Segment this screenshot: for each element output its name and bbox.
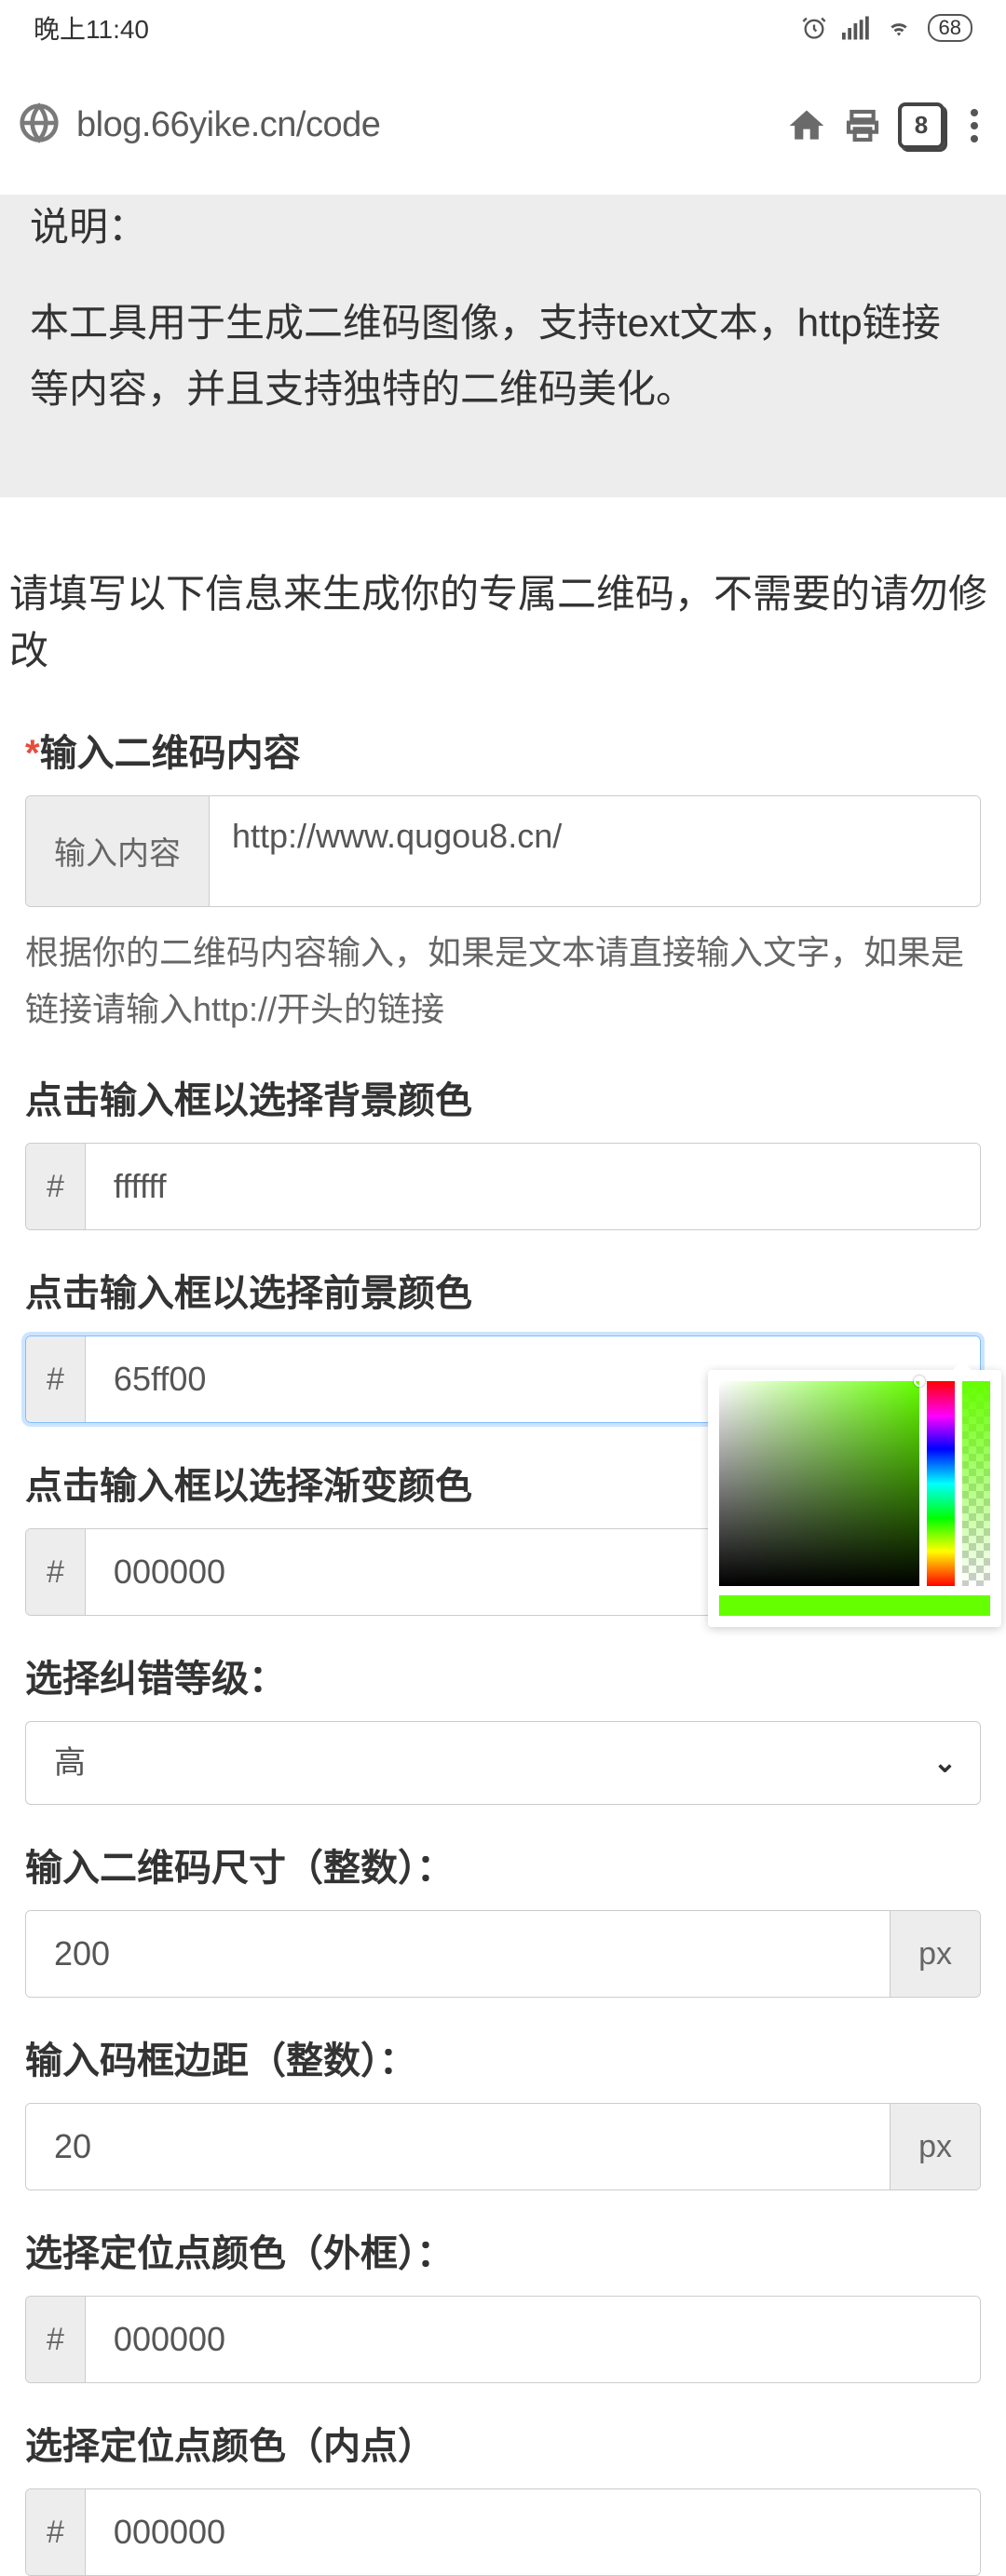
size-group: 输入二维码尺寸（整数）： px: [5, 1837, 1001, 1998]
hash-prefix: #: [26, 2297, 86, 2382]
browser-toolbar: blog.66yike.cn/code 8: [0, 56, 1006, 196]
saturation-picker[interactable]: [719, 1381, 919, 1586]
hash-prefix: #: [26, 2489, 86, 2575]
pt-inner-group: 选择定位点颜色（内点） #: [5, 2416, 1001, 2576]
form-instruction: 请填写以下信息来生成你的专属二维码，不需要的请勿修改: [5, 563, 1001, 676]
share-icon[interactable]: [844, 107, 881, 144]
margin-label: 输入码框边距（整数）：: [25, 2030, 981, 2084]
size-input[interactable]: [26, 1911, 890, 1997]
qr-content-label: *输入二维码内容: [25, 723, 981, 777]
description-box: 说明： 本工具用于生成二维码图像，支持text文本，http链接等内容，并且支持…: [0, 196, 1006, 497]
signal-icon: [842, 16, 870, 40]
qr-content-help: 根据你的二维码内容输入，如果是文本请直接输入文字，如果是链接请输入http://…: [25, 924, 981, 1037]
saturation-indicator[interactable]: [914, 1376, 925, 1387]
hash-prefix: #: [26, 1529, 86, 1615]
tab-counter[interactable]: 8: [898, 102, 945, 149]
pt-inner-wrapper: #: [25, 2488, 981, 2576]
px-suffix: px: [890, 2104, 980, 2190]
pt-outer-wrapper: #: [25, 2296, 981, 2383]
fg-color-group: 点击输入框以选择前景颜色 #: [5, 1263, 1001, 1423]
qr-content-group: *输入二维码内容 输入内容 http://www.qugou8.cn/ 根据你的…: [5, 723, 1001, 1037]
url-bar[interactable]: blog.66yike.cn/code: [76, 105, 769, 145]
pt-outer-input[interactable]: [86, 2297, 980, 2382]
desc-title: 说明：: [30, 196, 976, 252]
desc-content: 本工具用于生成二维码图像，支持text文本，http链接等内容，并且支持独特的二…: [30, 290, 976, 423]
hash-prefix: #: [26, 1144, 86, 1229]
margin-input[interactable]: [26, 2104, 890, 2190]
bg-color-wrapper: #: [25, 1143, 981, 1230]
margin-wrapper: px: [25, 2103, 981, 2190]
required-mark: *: [25, 733, 40, 774]
bg-color-label: 点击输入框以选择背景颜色: [25, 1070, 981, 1124]
battery-indicator: 68: [928, 14, 972, 42]
color-preview: [719, 1595, 990, 1616]
pt-inner-input[interactable]: [86, 2489, 980, 2575]
status-bar: 晚上11:40 68: [0, 0, 1006, 56]
size-label: 输入二维码尺寸（整数）：: [25, 1837, 981, 1891]
status-time: 晚上11:40: [34, 9, 149, 47]
alarm-icon: [801, 15, 827, 41]
error-level-group: 选择纠错等级： 高 ⌄: [5, 1648, 1001, 1805]
hash-prefix: #: [26, 1336, 86, 1422]
margin-group: 输入码框边距（整数）： px: [5, 2030, 1001, 2190]
color-picker-popup[interactable]: [708, 1370, 1001, 1627]
error-level-select[interactable]: 高: [26, 1722, 980, 1804]
bg-color-input[interactable]: [86, 1144, 980, 1229]
qr-content-input[interactable]: http://www.qugou8.cn/: [210, 796, 980, 906]
size-wrapper: px: [25, 1910, 981, 1998]
more-menu-icon[interactable]: [961, 109, 987, 142]
qr-content-prefix: 输入内容: [26, 796, 210, 906]
form-container: 请填写以下信息来生成你的专属二维码，不需要的请勿修改 *输入二维码内容 输入内容…: [0, 563, 1006, 2576]
pt-outer-group: 选择定位点颜色（外框）： #: [5, 2223, 1001, 2383]
qr-content-wrapper: 输入内容 http://www.qugou8.cn/: [25, 795, 981, 907]
bg-color-group: 点击输入框以选择背景颜色 #: [5, 1070, 1001, 1230]
fg-color-label: 点击输入框以选择前景颜色: [25, 1263, 981, 1317]
status-icons: 68: [801, 14, 972, 42]
hue-slider[interactable]: [927, 1381, 955, 1586]
globe-icon: [19, 102, 60, 148]
home-icon[interactable]: [786, 105, 827, 146]
error-level-label: 选择纠错等级：: [25, 1648, 981, 1702]
pt-inner-label: 选择定位点颜色（内点）: [25, 2416, 981, 2470]
pt-outer-label: 选择定位点颜色（外框）：: [25, 2223, 981, 2277]
alpha-slider[interactable]: [962, 1381, 990, 1586]
wifi-icon: [885, 16, 913, 40]
error-level-wrapper: 高 ⌄: [25, 1721, 981, 1805]
px-suffix: px: [890, 1911, 980, 1997]
popup-arrow: [951, 1361, 973, 1372]
